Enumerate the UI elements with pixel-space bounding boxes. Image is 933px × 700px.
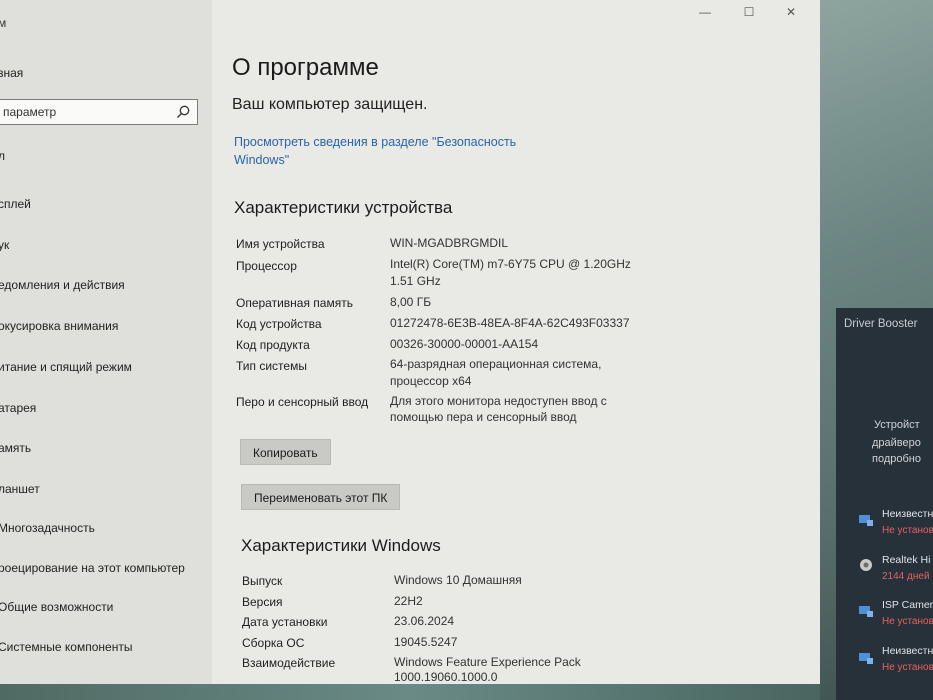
spec-value-processor: Intel(R) Core(TM) m7-6Y75 CPU @ 1.20GHz bbox=[390, 257, 631, 271]
device-icon bbox=[859, 653, 873, 664]
driver-booster-text-3: подробно bbox=[872, 453, 921, 465]
db-item-name-3[interactable]: ISP Camer bbox=[882, 599, 933, 611]
win-label-install-date: Дата установки bbox=[242, 615, 328, 629]
spec-label-processor: Процессор bbox=[236, 259, 297, 273]
sidebar-item-tablet[interactable]: ланшет bbox=[0, 482, 40, 496]
sidebar-item-power-sleep[interactable]: итание и спящий режим bbox=[0, 360, 132, 374]
win-label-experience: Взаимодействие bbox=[242, 656, 336, 670]
settings-window: м зная параметр л сплей ук едомления и д… bbox=[0, 0, 820, 684]
device-specs-heading: Характеристики устройства bbox=[234, 198, 453, 217]
sidebar-item-system[interactable]: л bbox=[0, 149, 5, 163]
driver-booster-title: Driver Booster bbox=[844, 318, 918, 330]
spec-label-device-id: Код устройства bbox=[236, 317, 322, 331]
spec-value-ram: 8,00 ГБ bbox=[390, 295, 432, 309]
db-item-name-1[interactable]: Неизвестн bbox=[882, 508, 933, 520]
win-value-install-date: 23.06.2024 bbox=[394, 614, 455, 628]
search-icon[interactable] bbox=[175, 104, 191, 120]
db-item-status-2: 2144 дней н bbox=[882, 571, 933, 582]
sidebar-item-system-components[interactable]: Системные компоненты bbox=[0, 640, 132, 654]
spec-label-device-name: Имя устройства bbox=[236, 237, 325, 251]
sidebar-item-battery[interactable]: атарея bbox=[0, 401, 36, 415]
db-item-status-4: Не установ bbox=[882, 662, 933, 673]
sidebar-item-home[interactable]: зная bbox=[0, 66, 23, 80]
win-value-version: 22H2 bbox=[394, 594, 423, 608]
spec-value-device-name: WIN-MGADBRGMDIL bbox=[390, 236, 508, 250]
driver-booster-text-2: драйверо bbox=[872, 437, 921, 449]
sidebar-item-focus-assist[interactable]: окусировка внимания bbox=[0, 319, 118, 333]
spec-label-ram: Оперативная память bbox=[236, 296, 353, 310]
sidebar-item-shared-experiences[interactable]: Общие возможности bbox=[0, 600, 113, 614]
spec-value-system-type: 64-разрядная операционная система, bbox=[390, 357, 602, 371]
security-link-line1[interactable]: Просмотреть сведения в разделе "Безопасн… bbox=[234, 133, 534, 151]
camera-icon bbox=[859, 606, 873, 617]
spec-label-product-id: Код продукта bbox=[236, 338, 310, 352]
win-label-os-build: Сборка ОС bbox=[242, 636, 305, 650]
spec-value-system-type-cpu: процессор x64 bbox=[390, 374, 472, 388]
sidebar-item-storage[interactable]: амять bbox=[0, 441, 31, 455]
protection-status: Ваш компьютер защищен. bbox=[232, 96, 428, 113]
rename-pc-button[interactable]: Переименовать этот ПК bbox=[241, 484, 401, 510]
desktop-wallpaper-bottom bbox=[0, 684, 820, 700]
sidebar: м зная параметр л сплей ук едомления и д… bbox=[0, 0, 212, 684]
spec-value-pen-touch: Для этого монитора недоступен ввод с bbox=[390, 394, 607, 408]
spec-label-pen-touch: Перо и сенсорный ввод bbox=[236, 395, 369, 409]
spec-value-device-id: 01272478-6E3B-48EA-8F4A-62C493F03337 bbox=[390, 316, 630, 330]
main-content: О программе Ваш компьютер защищен. Просм… bbox=[228, 0, 820, 684]
win-value-experience: Windows Feature Experience Pack bbox=[394, 655, 581, 669]
windows-specs-heading: Характеристики Windows bbox=[241, 536, 441, 555]
driver-booster-text-1: Устройст bbox=[874, 419, 920, 431]
spec-value-pen-touch-2: помощью пера и сенсорный ввод bbox=[390, 410, 577, 424]
db-item-name-4[interactable]: Неизвестн bbox=[882, 645, 933, 657]
sidebar-item-projecting[interactable]: роецирование на этот компьютер bbox=[0, 561, 185, 575]
win-value-os-build: 19045.5247 bbox=[394, 635, 458, 649]
sidebar-item-notifications[interactable]: едомления и действия bbox=[0, 278, 125, 292]
search-input[interactable]: параметр bbox=[0, 99, 198, 125]
copy-button[interactable]: Копировать bbox=[240, 439, 331, 465]
driver-booster-popup: Driver Booster Устройст драйверо подробн… bbox=[836, 308, 933, 700]
db-item-name-2[interactable]: Realtek Hi bbox=[882, 554, 930, 566]
search-placeholder: параметр bbox=[3, 105, 57, 119]
sidebar-item-display[interactable]: сплей bbox=[0, 197, 31, 211]
sidebar-item-multitasking[interactable]: Многозадачность bbox=[0, 521, 95, 535]
win-value-edition: Windows 10 Домашняя bbox=[394, 573, 522, 587]
win-value-experience-build: 1000.19060.1000.0 bbox=[394, 670, 498, 684]
spec-label-system-type: Тип системы bbox=[236, 359, 307, 373]
win-label-version: Версия bbox=[242, 595, 283, 609]
security-link-line2[interactable]: Windows" bbox=[234, 151, 534, 169]
spec-value-product-id: 00326-30000-00001-AA154 bbox=[390, 337, 539, 351]
db-item-status-1: Не установ bbox=[882, 525, 933, 536]
page-title: О программе bbox=[232, 54, 379, 81]
win-label-edition: Выпуск bbox=[242, 574, 283, 588]
spec-value-processor-freq: 1.51 GHz bbox=[390, 274, 441, 288]
db-item-status-3: Не установ bbox=[882, 616, 933, 627]
security-details-link[interactable]: Просмотреть сведения в разделе "Безопасн… bbox=[234, 133, 534, 169]
device-icon bbox=[859, 515, 873, 526]
sidebar-app-title: м bbox=[0, 16, 7, 30]
audio-icon bbox=[860, 559, 872, 571]
sidebar-item-sound[interactable]: ук bbox=[0, 238, 9, 252]
